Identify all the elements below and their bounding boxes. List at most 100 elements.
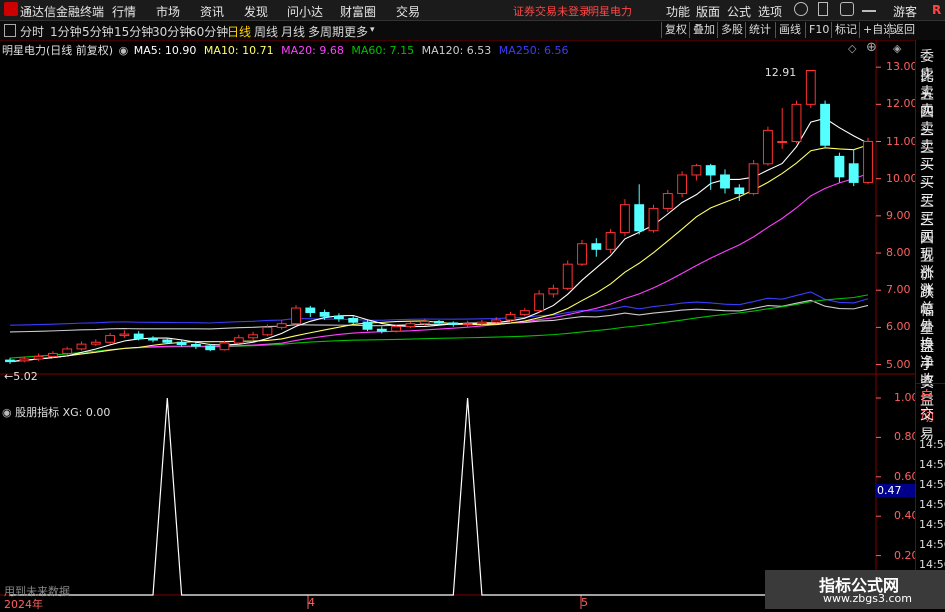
candle-body	[820, 103, 831, 146]
more-chevron-icon[interactable]: ▾	[370, 25, 375, 35]
indicator-current-value: 0.47	[876, 484, 915, 497]
period-tab-monthly[interactable]: 月线	[281, 23, 305, 40]
low-price-annotation: ←5.02	[4, 370, 38, 383]
candle	[677, 171, 688, 198]
candle-body	[448, 322, 459, 325]
menu-news[interactable]: 资讯	[200, 3, 224, 20]
r-button[interactable]: R	[932, 3, 941, 17]
trade-time: 14:56	[919, 458, 945, 471]
toolbar-f10[interactable]: F10	[805, 22, 832, 38]
candle	[562, 260, 573, 291]
indicator-xg-line	[10, 397, 868, 596]
candle	[333, 313, 344, 322]
candle	[777, 108, 788, 149]
period-tab-weekly[interactable]: 周线	[254, 23, 278, 40]
user-icon[interactable]	[840, 2, 854, 16]
trade-time: 14:56	[919, 498, 945, 511]
candle	[119, 330, 130, 338]
price-tick-label: 12.00	[886, 97, 918, 111]
toolbar-mark[interactable]: 标记	[831, 22, 860, 38]
period-tab-60min[interactable]: 60分钟	[189, 23, 228, 40]
menu-options[interactable]: 选项	[758, 3, 782, 20]
candle-body	[462, 323, 473, 326]
candle-body	[491, 319, 502, 323]
watermark-url: www.zbgs3.com	[823, 592, 912, 605]
menu-functions[interactable]: 功能	[666, 3, 690, 20]
candle-body	[691, 165, 702, 176]
trade-time: 14:56	[919, 438, 945, 451]
price-tick-label: 7.00	[886, 283, 911, 297]
period-tab-more[interactable]: 更多	[344, 23, 368, 40]
candle-body	[190, 343, 201, 347]
candle-body	[677, 174, 688, 195]
candle-body	[619, 204, 630, 234]
menu-formula[interactable]: 公式	[727, 3, 751, 20]
candle-body	[119, 333, 130, 337]
period-tab-30min[interactable]: 30分钟	[152, 23, 191, 40]
side-panel-divider	[916, 383, 945, 384]
candle-body	[791, 103, 802, 143]
toolbar-restore-rights[interactable]: 复权	[661, 22, 690, 38]
price-chart[interactable]	[0, 40, 915, 609]
candle-body	[705, 165, 716, 176]
menu-wealth-circle[interactable]: 财富圈	[340, 3, 376, 20]
period-tab-1min[interactable]: 1分钟	[50, 23, 82, 40]
app-logo-icon	[4, 2, 18, 16]
candle	[591, 238, 602, 257]
menu-quotes[interactable]: 行情	[112, 3, 136, 20]
candle-body	[262, 326, 273, 336]
price-tick-label: 11.00	[886, 134, 918, 148]
indicator-settings-icon[interactable]: ◉	[2, 406, 12, 419]
period-tab-5min[interactable]: 5分钟	[82, 23, 114, 40]
candle-body	[805, 69, 816, 105]
guest-label[interactable]: 游客	[893, 3, 917, 20]
candlestick-series	[5, 69, 873, 364]
toolbar-back[interactable]: 返回	[889, 22, 918, 38]
trade-time: 14:56	[919, 518, 945, 531]
candle-body	[720, 174, 730, 189]
candle-body	[534, 293, 545, 312]
candle-body	[605, 232, 616, 250]
low-price-value: 5.02	[13, 369, 38, 383]
candle-body	[505, 313, 516, 321]
candle	[720, 169, 730, 194]
candle	[462, 320, 473, 327]
menu-market[interactable]: 市场	[156, 3, 180, 20]
phone-icon[interactable]	[818, 2, 828, 16]
toolbar-draw-line[interactable]: 画线	[775, 22, 804, 38]
candle-body	[19, 358, 30, 362]
indicator-legend-text: 股朋指标 XG: 0.00	[15, 406, 111, 419]
period-tab-15min[interactable]: 15分钟	[114, 23, 153, 40]
trade-login-warning[interactable]: 证券交易未登录	[513, 3, 590, 19]
candle	[577, 240, 587, 267]
menu-ask-xiaoda[interactable]: 问小达	[287, 3, 323, 20]
toolbar-overlay[interactable]: 叠加	[689, 22, 718, 38]
candle	[519, 308, 530, 317]
candle	[820, 100, 831, 148]
candle	[748, 160, 759, 196]
candle-body	[33, 355, 44, 360]
message-icon[interactable]	[794, 2, 808, 16]
toolbar-multi-stock[interactable]: 多股	[717, 22, 746, 38]
candle	[305, 305, 316, 317]
minimize-icon[interactable]	[862, 2, 876, 12]
candle-body	[176, 341, 187, 345]
panel-toggle-icon[interactable]	[4, 24, 16, 37]
period-tab-daily[interactable]: 日线	[227, 23, 251, 40]
candle-body	[834, 155, 845, 178]
candle	[448, 321, 459, 327]
menu-layout[interactable]: 版面	[696, 3, 720, 20]
candle	[362, 319, 373, 332]
toolbar-statistics[interactable]: 统计	[745, 22, 774, 38]
candle	[648, 204, 659, 233]
period-tab-multi[interactable]: 多周期	[308, 23, 344, 40]
candle	[105, 332, 116, 344]
period-tab-timeshare[interactable]: 分时	[20, 23, 44, 40]
candle-body	[5, 359, 15, 363]
candle-body	[376, 328, 387, 332]
menu-discover[interactable]: 发现	[244, 3, 268, 20]
price-tick-label: 6.00	[886, 320, 911, 334]
menu-trade[interactable]: 交易	[396, 3, 420, 20]
current-stock-name: 明星电力	[588, 5, 632, 18]
candle	[276, 319, 287, 330]
